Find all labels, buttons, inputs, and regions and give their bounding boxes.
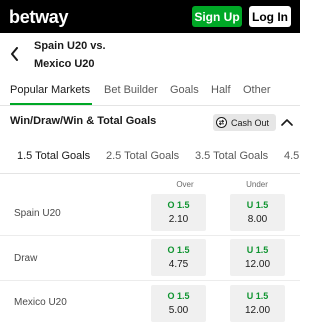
under-odds-button[interactable]: U 1.5 12.00	[230, 239, 285, 276]
outcome-row: Mexico U20 O 1.5 5.00 U 1.5 12.00	[0, 281, 300, 326]
over-odds-button[interactable]: O 1.5 2.10	[151, 194, 206, 231]
tab-other[interactable]: Other	[243, 84, 271, 96]
outcome-row: Spain U20 O 1.5 2.10 U 1.5 8.00	[0, 192, 300, 237]
odds-line: O 1.5	[167, 245, 190, 255]
market-title: Win/Draw/Win & Total Goals	[10, 115, 157, 127]
cash-out-label: Cash Out	[231, 117, 270, 128]
top-bar: betway Sign Up Log In	[0, 0, 300, 33]
over-column-header: Over	[176, 180, 194, 189]
event-header: Spain U20 vs. Mexico U20	[0, 33, 300, 75]
odds-line: U 1.5	[246, 245, 269, 255]
outcome-row: Draw O 1.5 4.75 U 1.5 12.00	[0, 236, 300, 281]
over-odds-button[interactable]: O 1.5 5.00	[151, 285, 206, 322]
subtab-3-5-total-goals[interactable]: 3.5 Total Goals	[195, 150, 268, 162]
match-title: Spain U20 vs. Mexico U20	[34, 37, 154, 73]
odds-price: 8.00	[247, 214, 268, 225]
market-tabs: Popular Markets Bet Builder Goals Half O…	[0, 78, 300, 106]
back-arrow-icon[interactable]	[10, 47, 20, 61]
outcome-label: Spain U20	[14, 208, 61, 219]
odds-line: U 1.5	[246, 291, 269, 301]
subtab-4-5-total-goals[interactable]: 4.5	[284, 150, 299, 162]
market-header[interactable]: Win/Draw/Win & Total Goals Cash Out	[0, 108, 300, 136]
odds-line: U 1.5	[246, 200, 269, 210]
active-tab-indicator	[10, 103, 92, 105]
odds-price: 2.10	[168, 214, 189, 225]
under-odds-button[interactable]: U 1.5 8.00	[230, 194, 285, 231]
cash-out-badge[interactable]: Cash Out	[213, 114, 276, 131]
odds-price: 5.00	[168, 305, 189, 316]
tab-goals[interactable]: Goals	[170, 84, 199, 96]
under-odds-button[interactable]: U 1.5 12.00	[230, 285, 285, 322]
under-column-header: Under	[246, 180, 268, 189]
subtab-2-5-total-goals[interactable]: 2.5 Total Goals	[106, 150, 179, 162]
chevron-up-icon[interactable]	[281, 118, 293, 126]
home-team: Spain U20 vs.	[34, 40, 106, 52]
odds-line: O 1.5	[167, 291, 190, 301]
odds-price: 12.00	[244, 305, 271, 316]
odds-price: 4.75	[168, 259, 189, 270]
outcome-label: Draw	[14, 253, 38, 264]
tab-half[interactable]: Half	[211, 84, 231, 96]
sign-up-button[interactable]: Sign Up	[192, 6, 242, 27]
betway-logo[interactable]: betway	[9, 6, 69, 28]
log-in-button[interactable]: Log In	[249, 6, 291, 27]
outcome-label: Mexico U20	[14, 297, 67, 308]
total-goals-tabs: 1.5 Total Goals 2.5 Total Goals 3.5 Tota…	[0, 138, 300, 174]
tab-bet-builder[interactable]: Bet Builder	[104, 84, 158, 96]
tab-popular-markets[interactable]: Popular Markets	[10, 84, 90, 96]
cash-out-icon	[216, 117, 227, 128]
over-odds-button[interactable]: O 1.5 4.75	[151, 239, 206, 276]
odds-line: O 1.5	[167, 200, 190, 210]
odds-price: 12.00	[244, 259, 271, 270]
subtab-1-5-total-goals[interactable]: 1.5 Total Goals	[17, 150, 90, 162]
away-team: Mexico U20	[34, 58, 95, 70]
